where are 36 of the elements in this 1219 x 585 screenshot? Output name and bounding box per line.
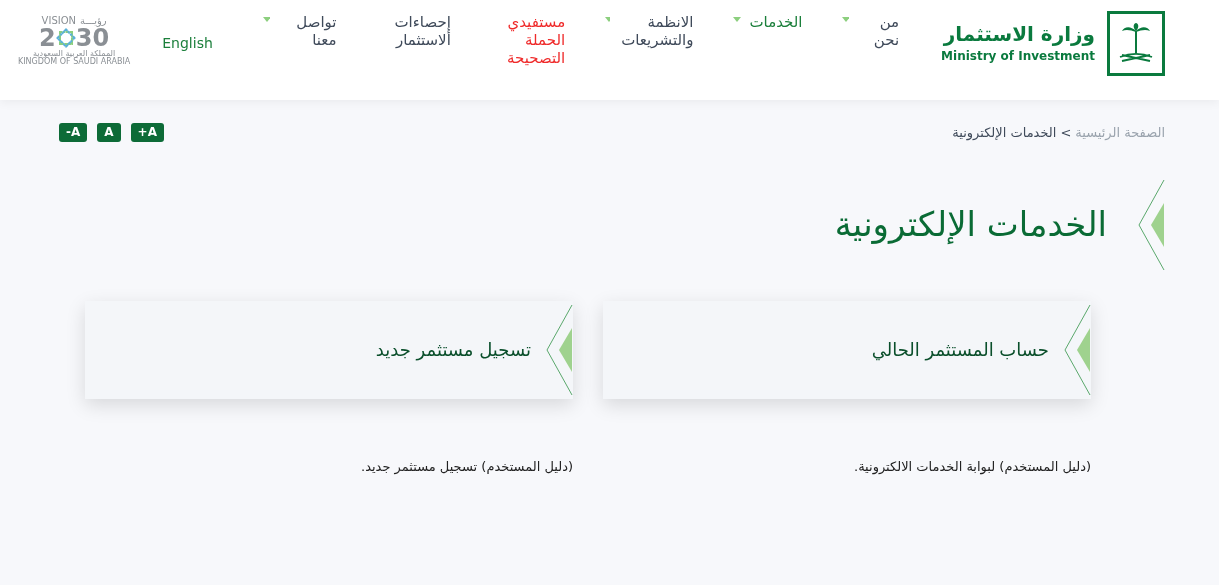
logo-english-name: Ministry of Investment xyxy=(941,48,1095,65)
caret-icon xyxy=(605,17,611,23)
vision-arabic-word: رؤيـــة xyxy=(80,16,107,26)
nav-link[interactable]: الانظمة والتشريعات xyxy=(605,13,694,49)
service-card-title: حساب المستثمر الحالي xyxy=(871,338,1049,363)
user-guide-link[interactable]: (دليل المستخدم) تسجيل مستثمر جديد. xyxy=(85,456,573,476)
page-title: الخدمات الإلكترونية xyxy=(834,203,1107,246)
nav-link[interactable]: من نحن xyxy=(842,13,900,49)
vision-country-arabic: المملكة العربية السعودية xyxy=(33,50,116,58)
chevron-decoration-icon xyxy=(1063,303,1091,396)
current-page-label: الخدمات الإلكترونية xyxy=(952,124,1057,143)
caret-icon xyxy=(262,17,270,23)
breadcrumb-separator: > xyxy=(1060,124,1072,142)
nav-link[interactable]: مستفيدي الحملة التصحيحة xyxy=(490,13,566,67)
font-size-button[interactable]: -A xyxy=(59,123,88,143)
emblem-logo-icon xyxy=(1107,11,1165,76)
vision-word: VISION xyxy=(41,16,77,26)
font-size-button[interactable]: A xyxy=(97,123,121,143)
nav-link[interactable]: إحصاءات ألاستثمار xyxy=(376,13,451,49)
service-card-title: تسجيل مستثمر جديد xyxy=(375,338,531,363)
service-card[interactable]: تسجيل مستثمر جديد xyxy=(85,300,573,399)
chevron-decoration-icon xyxy=(1137,178,1165,271)
vision-digits: 30 xyxy=(75,26,110,50)
service-card[interactable]: حساب المستثمر الحالي xyxy=(603,300,1091,399)
nav-link[interactable]: تواصل معنا xyxy=(262,13,337,49)
language-link[interactable]: English xyxy=(162,33,213,54)
vision-emblem-icon xyxy=(55,28,76,48)
logo-arabic-name: وزارة الاستثمار xyxy=(943,22,1095,47)
font-size-button[interactable]: +A xyxy=(130,123,164,143)
caret-icon xyxy=(733,17,742,23)
nav-link[interactable]: الخدمات xyxy=(733,13,803,31)
chevron-decoration-icon xyxy=(545,303,573,396)
user-guide-link[interactable]: (دليل المستخدم) لبوابة الخدمات الالكترونية. xyxy=(603,456,1091,476)
caret-icon xyxy=(842,17,850,23)
vision-digit: 2 xyxy=(39,26,56,50)
vision-country: KINGDOM OF SAUDI ARABIA xyxy=(18,58,131,66)
